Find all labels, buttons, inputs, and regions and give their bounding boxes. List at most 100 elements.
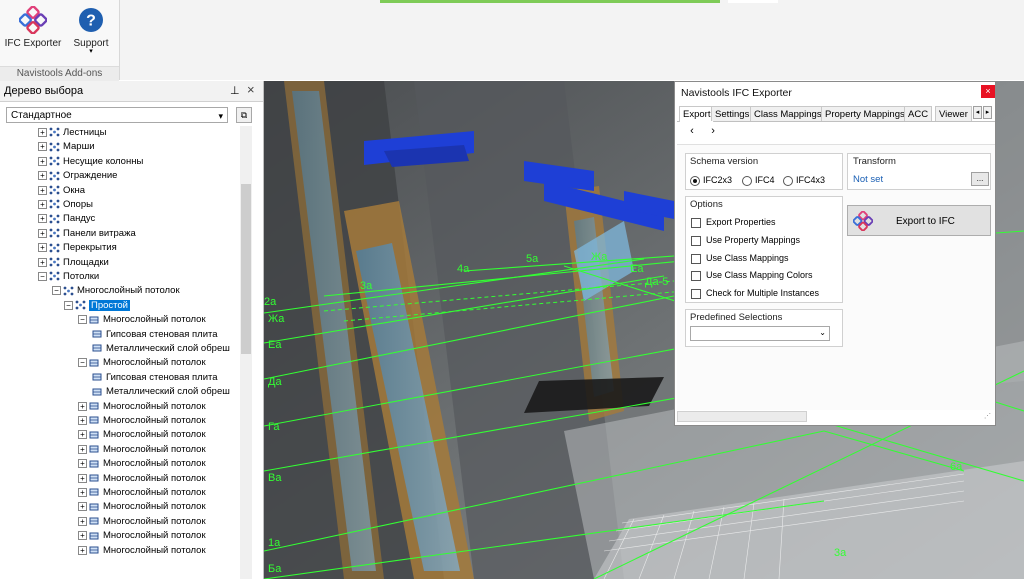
radio-ifc4[interactable]: IFC4 <box>742 174 775 186</box>
tab-scroll-left-icon[interactable]: ◂ <box>973 106 982 119</box>
tree-item[interactable]: + Многослойный потолок <box>78 472 206 486</box>
tree-item[interactable]: + Панели витража <box>38 227 136 241</box>
expand-icon[interactable]: + <box>78 444 87 454</box>
tree-item[interactable]: + Опоры <box>38 198 93 212</box>
tree-item[interactable]: − Многослойный потолок <box>52 284 180 298</box>
geometry-node-icon <box>89 359 99 367</box>
tree-item[interactable]: Гипсовая стеновая плита <box>92 371 218 385</box>
tree-item[interactable]: + Многослойный потолок <box>78 428 206 442</box>
tree-item[interactable]: + Ограждение <box>38 169 117 183</box>
nav-back-icon[interactable]: ‹ <box>683 125 701 137</box>
collapse-icon[interactable]: − <box>38 271 47 281</box>
transform-value[interactable]: Not set <box>853 174 883 185</box>
tree-item[interactable]: + Многослойный потолок <box>78 486 206 500</box>
expand-icon[interactable]: + <box>38 156 47 166</box>
expand-icon[interactable]: + <box>78 401 87 411</box>
expand-icon[interactable]: + <box>78 545 87 555</box>
tree-scrollbar[interactable] <box>240 126 252 579</box>
pin-icon[interactable]: ⊥ <box>230 84 240 97</box>
category-node-icon <box>49 185 60 195</box>
checkbox-use-class-mapping-colors[interactable]: Use Class Mapping Colors <box>691 269 813 281</box>
expand-icon[interactable]: + <box>38 199 47 209</box>
tab-acc[interactable]: ACC <box>904 106 933 121</box>
predefined-selections-dropdown[interactable]: ⌄ <box>690 326 830 341</box>
expand-icon[interactable]: + <box>38 243 47 253</box>
checkbox-use-property-mappings[interactable]: Use Property Mappings <box>691 234 800 246</box>
tree-item[interactable]: + Многослойный потолок <box>78 529 206 543</box>
tab-viewer[interactable]: Viewer <box>935 106 972 121</box>
tree-item-label: Многослойный потолок <box>103 515 206 527</box>
tab-property-mappings[interactable]: Property Mappings <box>821 106 909 121</box>
nav-forward-icon[interactable]: › <box>704 125 722 137</box>
tree-item[interactable]: + Площадки <box>38 256 109 270</box>
collapse-icon[interactable]: − <box>78 358 87 368</box>
ifc-exporter-button[interactable]: IFC Exporter <box>2 4 64 62</box>
tree-item-label: Простой <box>89 299 130 311</box>
checkbox-check-multiple-instances[interactable]: Check for Multiple Instances <box>691 287 819 299</box>
radio-ifc2x3[interactable]: IFC2x3 <box>690 174 732 186</box>
tab-settings[interactable]: Settings <box>711 106 754 121</box>
tree-item[interactable]: − Простой <box>64 299 130 313</box>
selection-tree-header: Дерево выбора ⊥ × <box>0 81 263 102</box>
expand-icon[interactable]: + <box>78 487 87 497</box>
geometry-node-icon <box>92 344 102 352</box>
tree-item[interactable]: + Многослойный потолок <box>78 500 206 514</box>
tree-item-label: Перекрытия <box>63 242 117 254</box>
geometry-node-icon <box>89 445 99 453</box>
expand-icon[interactable]: + <box>78 459 87 469</box>
expand-icon[interactable]: + <box>78 531 87 541</box>
tree-item[interactable]: − Потолки <box>38 270 99 284</box>
selection-tree-dropdown[interactable]: Стандартное ▾ <box>6 107 228 123</box>
dialog-close-button[interactable]: × <box>981 85 995 98</box>
collapse-icon[interactable]: − <box>64 300 73 310</box>
category-node-icon <box>49 272 60 281</box>
tree-item[interactable]: − Многослойный потолок <box>78 356 206 370</box>
expand-icon[interactable]: + <box>78 516 87 526</box>
expand-icon[interactable]: + <box>38 214 47 224</box>
support-button[interactable]: ? Support ▾ <box>60 4 122 62</box>
tab-class-mappings[interactable]: Class Mappings <box>750 106 826 121</box>
expand-icon[interactable]: + <box>38 142 47 152</box>
category-node-icon <box>49 128 60 137</box>
expand-icon[interactable]: + <box>38 171 47 181</box>
expand-icon[interactable]: + <box>78 502 87 512</box>
tree-item[interactable]: Гипсовая стеновая плита <box>92 328 218 342</box>
expand-icon[interactable]: + <box>38 228 47 238</box>
tree-item[interactable]: + Многослойный потолок <box>78 515 206 529</box>
tree-item[interactable]: + Многослойный потолок <box>78 400 206 414</box>
tab-scroll-right-icon[interactable]: ▸ <box>983 106 992 119</box>
expand-icon[interactable]: + <box>38 127 47 137</box>
tree-item[interactable]: + Многослойный потолок <box>78 457 206 471</box>
tree-item[interactable]: + Лестницы <box>38 126 106 140</box>
expand-icon[interactable]: + <box>78 473 87 483</box>
expand-icon[interactable]: + <box>38 185 47 195</box>
tree-item[interactable]: − Многослойный потолок <box>78 313 206 327</box>
transform-browse-button[interactable]: ... <box>971 172 989 186</box>
resize-grip-icon[interactable]: ⋰ <box>984 412 991 420</box>
tree-item[interactable]: + Марши <box>38 140 95 154</box>
tree-item[interactable]: + Окна <box>38 184 85 198</box>
collapse-icon[interactable]: − <box>52 286 61 296</box>
tree-scrollbar-thumb[interactable] <box>241 184 251 354</box>
tree-item[interactable]: + Многослойный потолок <box>78 544 206 558</box>
expand-icon[interactable]: + <box>78 430 87 440</box>
tree-item[interactable]: Металлический слой обреш <box>92 385 230 399</box>
tree-item[interactable]: + Многослойный потолок <box>78 443 206 457</box>
expand-icon[interactable]: + <box>78 415 87 425</box>
tree-item[interactable]: Металлический слой обреш <box>92 342 230 356</box>
radio-ifc4x3[interactable]: IFC4x3 <box>783 174 825 186</box>
grid-label: 3a <box>360 280 373 292</box>
collapse-icon[interactable]: − <box>78 315 87 325</box>
tab-export[interactable]: Export <box>679 106 715 122</box>
tree-options-button[interactable]: ⧉ <box>236 107 252 123</box>
checkbox-use-class-mappings[interactable]: Use Class Mappings <box>691 252 789 264</box>
checkbox-export-properties[interactable]: Export Properties <box>691 216 776 228</box>
expand-icon[interactable]: + <box>38 257 47 267</box>
tree-item[interactable]: + Перекрытия <box>38 241 117 255</box>
tree-item-label: Металлический слой обреш <box>106 386 230 398</box>
tree-item[interactable]: + Несущие колонны <box>38 155 143 169</box>
tree-item[interactable]: + Пандус <box>38 212 95 226</box>
tree-item[interactable]: + Многослойный потолок <box>78 414 206 428</box>
close-icon[interactable]: × <box>247 82 255 97</box>
export-to-ifc-button[interactable]: Export to IFC <box>847 205 991 236</box>
